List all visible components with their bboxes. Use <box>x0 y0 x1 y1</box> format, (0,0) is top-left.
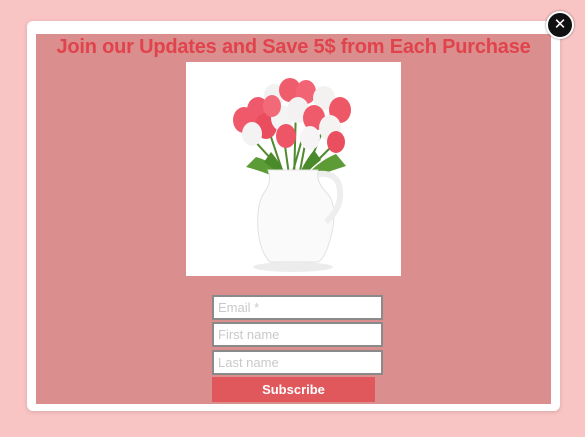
tulip-vase-image <box>186 62 401 276</box>
subscribe-button[interactable]: Subscribe <box>212 377 375 402</box>
close-button[interactable]: ✕ <box>546 11 574 39</box>
close-icon: ✕ <box>553 15 567 33</box>
last-name-field[interactable] <box>212 350 383 375</box>
popup-headline: Join our Updates and Save 5$ from Each P… <box>56 36 531 58</box>
tulip-vase-icon <box>233 78 351 272</box>
first-name-field[interactable] <box>212 322 383 347</box>
email-field[interactable] <box>212 295 383 320</box>
